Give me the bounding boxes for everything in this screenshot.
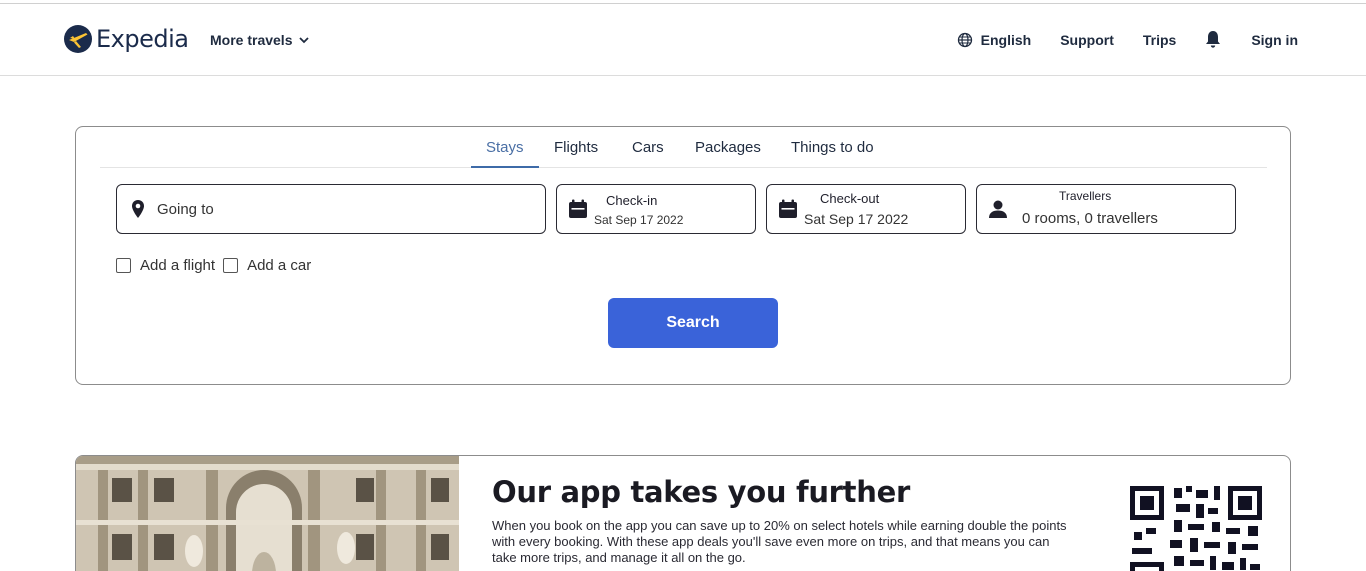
add-car-checkbox[interactable]: Add a car	[223, 257, 311, 274]
more-travels-label: More travels	[210, 32, 293, 48]
app-promo-card: Our app takes you further When you book …	[75, 455, 1291, 571]
more-travels-menu[interactable]: More travels	[210, 32, 310, 48]
bell-icon	[1206, 31, 1221, 48]
notifications-button[interactable]	[1204, 30, 1222, 49]
tab-things-to-do[interactable]: Things to do	[791, 139, 874, 156]
search-panel: Stays Flights Cars Packages Things to do…	[75, 126, 1291, 385]
site-header: Expedia More travels English Support Tri…	[0, 4, 1366, 76]
support-link[interactable]: Support	[1060, 32, 1114, 48]
going-to-field[interactable]: Going to	[116, 184, 546, 234]
qr-code-icon[interactable]	[1130, 486, 1262, 571]
trips-label: Trips	[1142, 31, 1177, 48]
expedia-logo-icon	[64, 25, 92, 53]
search-button[interactable]: Search	[608, 298, 778, 348]
add-flight-label: Add a flight	[140, 257, 216, 274]
add-ons: Add a flight Add a car	[116, 257, 311, 274]
map-pin-icon	[132, 200, 144, 218]
add-car-label: Add a car	[247, 257, 312, 274]
promo-title: Our app takes you further	[492, 475, 910, 509]
header-nav: English Support Trips Sign in	[957, 30, 1298, 49]
brand-name: Expedia	[96, 25, 189, 53]
chevron-down-icon	[299, 37, 310, 44]
tab-packages[interactable]: Packages	[695, 139, 761, 156]
check-out-field[interactable]: Check-out Sat Sep 17 2022	[766, 184, 966, 234]
travellers-label: Travellers	[1059, 189, 1112, 203]
add-flight-checkbox[interactable]: Add a flight	[116, 257, 215, 274]
travellers-value: 0 rooms, 0 travellers	[1022, 210, 1158, 227]
tabs-divider	[100, 167, 1267, 168]
sign-in-label: Sign in	[1251, 31, 1298, 48]
tab-flights[interactable]: Flights	[554, 139, 598, 156]
check-out-label: Check-out	[820, 191, 880, 206]
travellers-field[interactable]: Travellers 0 rooms, 0 travellers	[976, 184, 1236, 234]
checkbox-icon[interactable]	[116, 258, 131, 273]
globe-icon	[957, 32, 972, 47]
person-icon	[989, 200, 1007, 218]
trips-link[interactable]: Trips	[1143, 32, 1176, 48]
check-in-label: Check-in	[606, 193, 658, 208]
going-to-placeholder: Going to	[157, 201, 214, 218]
expedia-logo[interactable]: Expedia	[64, 25, 189, 53]
trevi-fountain-image	[76, 456, 459, 571]
promo-body: When you book on the app you can save up…	[492, 518, 1067, 565]
tab-cars[interactable]: Cars	[632, 139, 664, 156]
calendar-icon	[569, 199, 587, 218]
check-in-field[interactable]: Check-in Sat Sep 17 2022	[556, 184, 756, 234]
tab-stays[interactable]: Stays	[486, 139, 524, 156]
active-tab-indicator	[471, 166, 539, 168]
sign-in-link[interactable]: Sign in	[1251, 32, 1298, 48]
calendar-icon	[779, 199, 797, 218]
check-out-value: Sat Sep 17 2022	[804, 211, 909, 227]
check-in-value: Sat Sep 17 2022	[594, 213, 684, 227]
language-label: English	[980, 31, 1032, 48]
checkbox-icon[interactable]	[223, 258, 239, 273]
support-label: Support	[1060, 31, 1114, 48]
language-selector[interactable]: English	[957, 31, 1032, 48]
